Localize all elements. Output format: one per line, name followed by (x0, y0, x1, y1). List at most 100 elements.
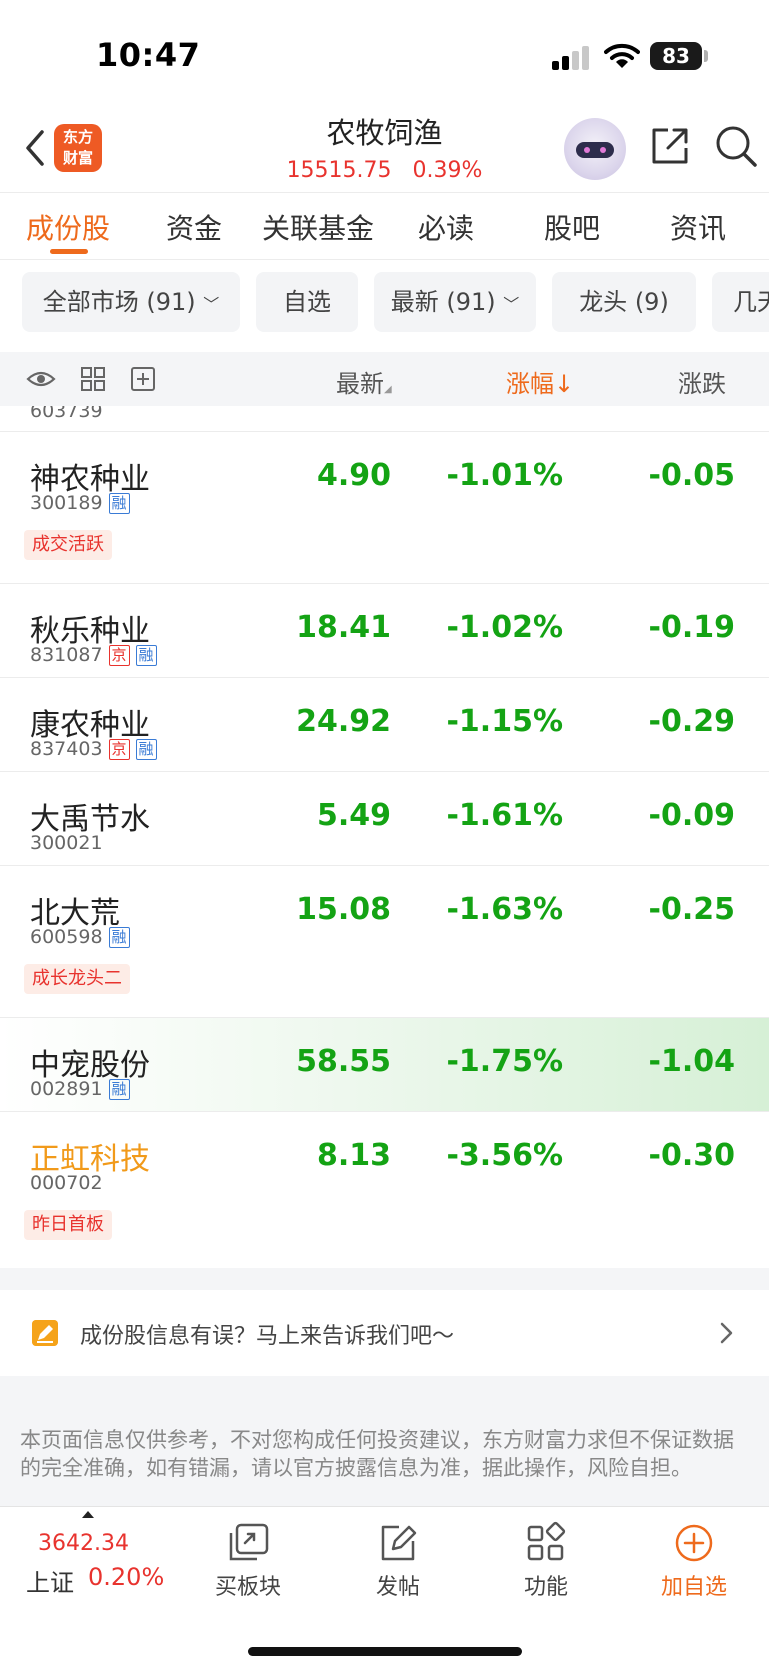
stock-change-pct: -1.02% (446, 610, 563, 645)
stock-code-line: 300021 (30, 832, 103, 854)
feedback-banner[interactable]: 成份股信息有误？马上来告诉我们吧～ (0, 1290, 769, 1376)
bse-badge: 京 (108, 645, 130, 666)
battery-tip (704, 50, 708, 62)
status-time: 10:47 (96, 36, 201, 74)
filter-all-markets[interactable]: 全部市场 (91) ﹀ (22, 272, 240, 332)
col-header-change[interactable]: 涨跌 (678, 364, 726, 399)
chevron-right-icon (720, 1322, 733, 1344)
cellular-signal-icon (552, 44, 592, 70)
ai-assistant-robot-icon[interactable] (564, 118, 626, 180)
buy-sector-icon (229, 1523, 269, 1561)
sector-index-value: 15515.75 (286, 158, 392, 183)
stock-change-pct: -3.56% (446, 1138, 563, 1173)
tab-news[interactable]: 资讯 (670, 207, 726, 247)
filter-bar: 全部市场 (91) ﹀ 自选 最新 (91) ﹀ 龙头 (9) 几天 (0, 272, 769, 332)
filter-latest-label: 最新 (91) (390, 288, 496, 316)
col-header-latest-label: 最新 (336, 370, 384, 398)
tab-constituents[interactable]: 成份股 (26, 207, 110, 247)
stock-change: -0.29 (648, 704, 735, 739)
disclaimer-text: 本页面信息仅供参考，不对您构成任何投资建议，东方财富力求但不保证数据的完全准确，… (20, 1428, 734, 1480)
stock-code-line: 600598 融 (30, 926, 130, 948)
filter-latest[interactable]: 最新 (91) ﹀ (374, 272, 536, 332)
stock-tag: 昨日首板 (24, 1210, 112, 1240)
sort-corner-icon: ◢ (384, 384, 392, 395)
filter-days[interactable]: 几天 (712, 272, 769, 332)
functions-label: 功能 (523, 1575, 568, 1600)
sector-index-change: 0.39% (412, 158, 483, 183)
edit-icon (381, 1525, 417, 1561)
page-header: 东方 财富 农牧饲渔 15515.75 0.39% (0, 110, 769, 192)
bottom-bar: 3642.34 上证 0.20% 买板块 发帖 功能 加自选 (0, 1506, 769, 1665)
market-index-value: 3642.34 (38, 1531, 129, 1556)
table-row[interactable]: 秋乐种业 831087 京融 18.41 -1.02% -0.19 (0, 584, 769, 678)
tab-related-funds[interactable]: 关联基金 (262, 207, 374, 247)
chevron-down-icon: ﹀ (203, 295, 220, 314)
buy-sector-button[interactable]: 买板块 (198, 1521, 298, 1601)
add-watchlist-label: 加自选 (660, 1575, 727, 1600)
stock-tag: 成交活跃 (24, 530, 112, 560)
share-icon[interactable] (648, 124, 692, 168)
home-indicator (248, 1647, 522, 1656)
stock-price: 8.13 (316, 1138, 391, 1173)
margin-badge: 融 (108, 927, 130, 948)
eye-icon[interactable] (26, 364, 56, 394)
feedback-text: 成份股信息有误？马上来告诉我们吧～ (80, 1324, 455, 1349)
battery-icon: 83 (650, 42, 702, 70)
stock-price: 24.92 (296, 704, 391, 739)
market-index-pct: 0.20% (88, 1563, 165, 1591)
filter-leaders[interactable]: 龙头 (9) (552, 272, 696, 332)
grid-icon (527, 1521, 566, 1561)
functions-button[interactable]: 功能 (496, 1521, 596, 1601)
market-index-name: 上证 (26, 1569, 74, 1597)
col-header-latest[interactable]: 最新◢ (336, 364, 392, 399)
stock-code-line: 831087 京融 (30, 644, 157, 666)
stock-change: -1.04 (648, 1044, 735, 1079)
stock-price: 58.55 (296, 1044, 391, 1079)
stock-change: -0.25 (648, 892, 735, 927)
post-label: 发帖 (375, 1575, 420, 1600)
stock-change: -0.30 (648, 1138, 735, 1173)
stock-change: -0.05 (648, 458, 735, 493)
status-bar: 10:47 83 (0, 0, 769, 110)
bse-badge: 京 (108, 739, 130, 760)
stock-price: 4.90 (316, 458, 391, 493)
filter-watchlist[interactable]: 自选 (256, 272, 358, 332)
table-row[interactable]: 正虹科技 000702 昨日首板 8.13 -3.56% -0.30 (0, 1112, 769, 1268)
table-row[interactable]: 中宠股份 002891 融 58.55 -1.75% -1.04 (0, 1018, 769, 1112)
stock-price: 18.41 (296, 610, 391, 645)
tab-must-read[interactable]: 必读 (418, 207, 474, 247)
table-row[interactable]: 大禹节水 300021 5.49 -1.61% -0.09 (0, 772, 769, 866)
table-row[interactable]: 北大荒 600598 融 成长龙头二 15.08 -1.63% -0.25 (0, 866, 769, 1018)
stock-code: 300021 (30, 832, 103, 854)
post-button[interactable]: 发帖 (348, 1521, 448, 1601)
margin-badge: 融 (135, 739, 157, 760)
tab-stock-forum[interactable]: 股吧 (544, 207, 600, 247)
plus-circle-icon (675, 1524, 713, 1562)
search-icon[interactable] (714, 124, 758, 168)
stock-code: 000702 (30, 1172, 103, 1194)
grid-view-icon[interactable] (78, 364, 108, 394)
pencil-icon (32, 1320, 58, 1346)
tab-bar: 成份股 资金 关联基金 必读 股吧 资讯 (0, 192, 769, 260)
margin-badge: 融 (108, 493, 130, 514)
stock-price: 5.49 (316, 798, 391, 833)
stock-price: 15.08 (296, 892, 391, 927)
stock-change: -0.19 (648, 610, 735, 645)
stock-list: 603739 神农种业 300189 融 成交活跃 4.90 -1.01% -0.… (0, 406, 769, 1268)
table-row[interactable]: 康农种业 837403 京融 24.92 -1.15% -0.29 (0, 678, 769, 772)
wifi-icon (604, 43, 640, 68)
active-tab-underline (50, 249, 88, 254)
tab-capital[interactable]: 资金 (166, 207, 222, 247)
stock-code: 837403 (30, 738, 103, 760)
col-header-change-pct[interactable]: 涨幅↓ (506, 364, 574, 399)
margin-badge: 融 (135, 645, 157, 666)
add-box-icon[interactable] (128, 364, 158, 394)
table-row[interactable]: 神农种业 300189 融 成交活跃 4.90 -1.01% -0.05 (0, 432, 769, 584)
caret-up-icon (82, 1511, 94, 1518)
add-watchlist-button[interactable]: 加自选 (644, 1521, 744, 1601)
stock-code: 600598 (30, 926, 103, 948)
stock-change-pct: -1.15% (446, 704, 563, 739)
table-row[interactable]: 603739 (0, 406, 769, 432)
stock-code: 831087 (30, 644, 103, 666)
buy-sector-label: 买板块 (214, 1575, 281, 1600)
